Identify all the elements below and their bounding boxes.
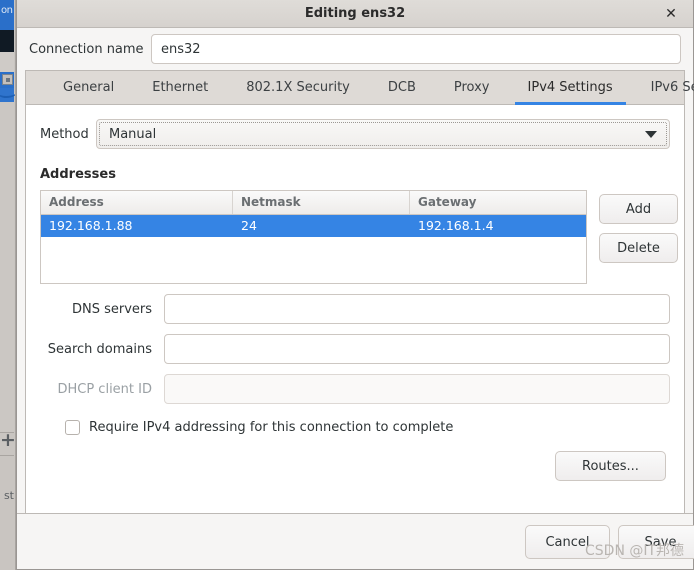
addresses-area: Address Netmask Gateway 192.168.1.88 24 … — [40, 190, 678, 284]
method-value: Manual — [109, 126, 157, 142]
addresses-buttons: Add Delete — [599, 190, 678, 263]
dialog-title: Editing ens32 — [304, 6, 406, 21]
ipv4-settings-page: Method Manual Addresses Address Netmask … — [26, 105, 684, 513]
cell-netmask: 24 — [241, 218, 257, 233]
method-dropdown[interactable]: Manual — [96, 119, 670, 149]
dhcp-client-id-row: DHCP client ID — [40, 374, 670, 404]
bg-grey-band-top — [0, 52, 14, 72]
column-header-netmask: Netmask — [233, 191, 410, 214]
connection-name-input[interactable] — [151, 34, 681, 64]
search-domains-label: Search domains — [47, 341, 152, 357]
table-row[interactable]: 192.168.1.88 24 192.168.1.4 — [41, 215, 586, 237]
dialog-action-bar: Cancel Save — [17, 513, 694, 569]
connection-name-label: Connection name — [29, 41, 144, 57]
tab-general[interactable]: General — [44, 71, 133, 104]
bg-top-text-fragment: on — [1, 5, 13, 16]
method-label: Method — [40, 126, 89, 142]
cell-address: 192.168.1.88 — [49, 218, 133, 233]
tab-ipv4-settings[interactable]: IPv4 Settings — [509, 71, 632, 105]
dns-servers-input[interactable] — [164, 294, 670, 324]
routes-button[interactable]: Routes... — [555, 451, 666, 481]
require-ipv4-checkbox[interactable] — [65, 420, 80, 435]
search-domains-row: Search domains — [40, 334, 670, 364]
column-header-gateway: Gateway — [418, 195, 477, 209]
addresses-table[interactable]: Address Netmask Gateway 192.168.1.88 24 … — [40, 190, 587, 284]
tab-8021x-security[interactable]: 802.1X Security — [227, 71, 369, 104]
cancel-button[interactable]: Cancel — [525, 524, 610, 559]
require-ipv4-row: Require IPv4 addressing for this connect… — [40, 420, 670, 435]
tab-dcb[interactable]: DCB — [369, 71, 435, 104]
bg-grey-band-main — [0, 102, 14, 432]
addresses-section-title: Addresses — [40, 167, 116, 182]
dialog-titlebar: Editing ens32 ✕ — [17, 0, 693, 28]
editing-connection-dialog: Editing ens32 ✕ Connection name General … — [16, 0, 694, 570]
routes-row: Routes... — [40, 451, 670, 481]
delete-address-button[interactable]: Delete — [599, 233, 678, 263]
bg-add-button[interactable]: + — [0, 428, 16, 452]
tab-ipv6-settings[interactable]: IPv6 Settings — [632, 71, 694, 104]
dns-servers-row: DNS servers — [40, 294, 670, 324]
dhcp-client-id-input — [164, 374, 670, 404]
bg-status-fragment: st — [3, 489, 14, 502]
settings-notebook: General Ethernet 802.1X Security DCB Pro… — [25, 70, 694, 513]
addresses-table-header: Address Netmask Gateway — [41, 191, 586, 215]
close-icon[interactable]: ✕ — [659, 0, 683, 28]
dhcp-client-id-label: DHCP client ID — [57, 381, 152, 397]
bg-dark-band — [0, 30, 14, 52]
search-domains-input[interactable] — [164, 334, 670, 364]
connection-name-row: Connection name — [17, 28, 693, 70]
method-row: Method Manual — [40, 119, 670, 149]
add-address-button[interactable]: Add — [599, 194, 678, 224]
require-ipv4-label: Require IPv4 addressing for this connect… — [89, 420, 454, 435]
tab-proxy[interactable]: Proxy — [435, 71, 509, 104]
dns-servers-label: DNS servers — [71, 301, 152, 317]
bg-separator-bottom — [0, 455, 14, 456]
chevron-down-icon — [645, 131, 657, 138]
save-button[interactable]: Save — [618, 524, 694, 559]
bg-app-icon — [2, 74, 13, 85]
tab-ethernet[interactable]: Ethernet — [133, 71, 227, 104]
cell-gateway: 192.168.1.4 — [418, 218, 494, 233]
tab-bar: General Ethernet 802.1X Security DCB Pro… — [26, 71, 694, 105]
column-header-address: Address — [41, 191, 233, 214]
